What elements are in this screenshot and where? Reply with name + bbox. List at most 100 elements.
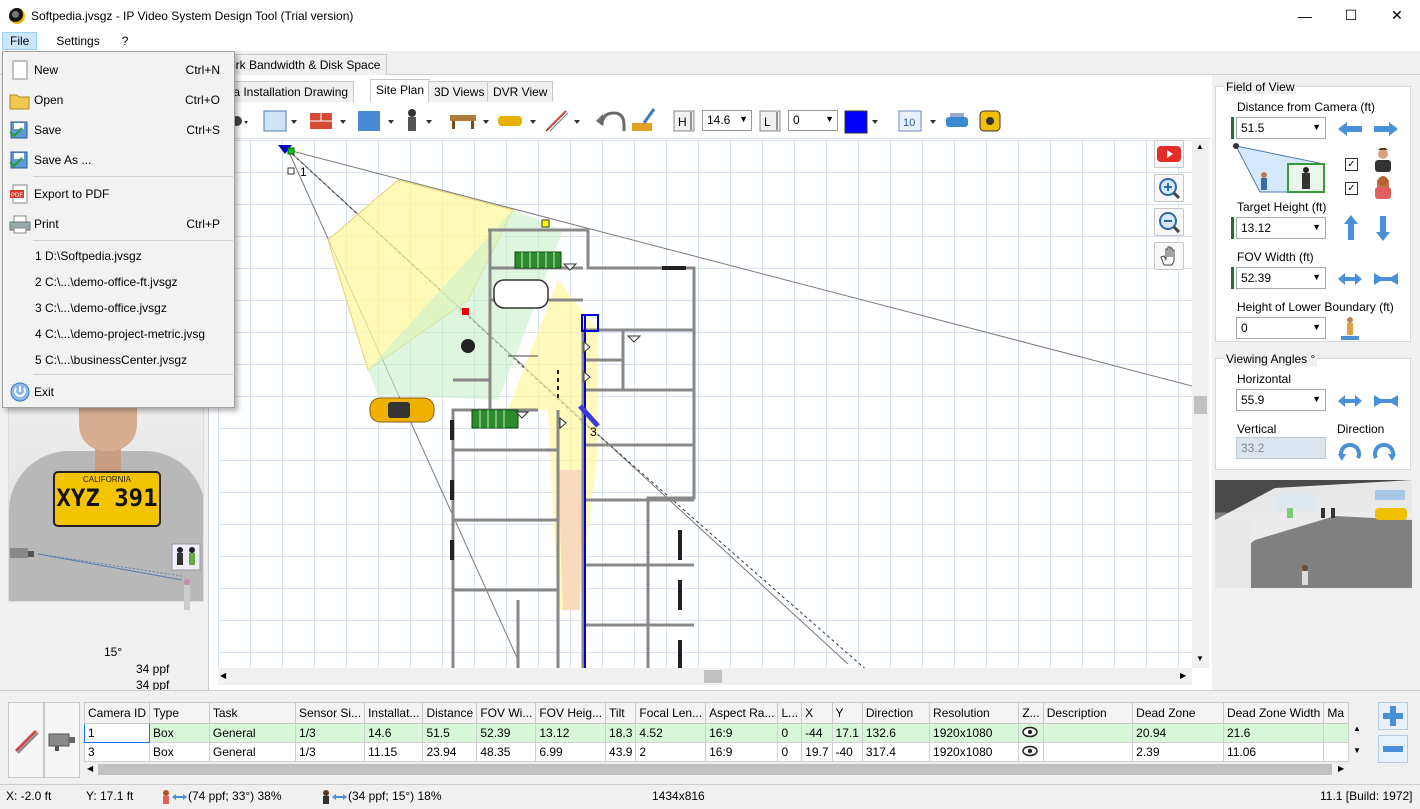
rotate-left-icon[interactable] — [1338, 442, 1361, 461]
table-cell[interactable]: 4.52 — [635, 723, 707, 743]
column-header[interactable]: Distance — [422, 702, 478, 724]
close-button[interactable]: ✕ — [1374, 0, 1420, 31]
scroll-up-icon[interactable]: ▲ — [1353, 724, 1361, 733]
table-cell[interactable]: 51.5 — [422, 723, 478, 743]
table-cell[interactable]: 48.35 — [476, 742, 537, 762]
scroll-left-icon[interactable]: ◀ — [87, 764, 93, 773]
menu-settings[interactable]: Settings — [49, 33, 106, 49]
table-cell[interactable]: 1 — [84, 723, 151, 743]
table-cell[interactable] — [1042, 723, 1134, 743]
menu-help[interactable]: ? — [115, 33, 136, 49]
column-header[interactable]: Camera ID — [84, 702, 151, 724]
scroll-up-icon[interactable]: ▲ — [1196, 142, 1204, 151]
table-cell[interactable]: 1920x1080 — [929, 742, 1020, 762]
recent-file-1[interactable]: 1 D:\Softpedia.jvsgz — [3, 242, 234, 268]
table-cell[interactable]: 11.15 — [364, 742, 424, 762]
tab-network-bandwidth[interactable]: ork Bandwidth & Disk Space — [222, 54, 388, 75]
column-header[interactable]: FOV Wi... — [476, 702, 537, 724]
scanner-icon[interactable] — [946, 112, 968, 127]
table-cell[interactable]: 19.7 — [801, 742, 833, 762]
scroll-right-icon[interactable]: ▶ — [1338, 764, 1344, 773]
tab-3d-views[interactable]: 3D Views — [428, 81, 491, 102]
table-cell[interactable]: 14.6 — [364, 723, 424, 743]
arrow-up-icon[interactable] — [1344, 215, 1358, 240]
recent-file-2[interactable]: 2 C:\...\demo-office-ft.jvsgz — [3, 268, 234, 294]
table-cell[interactable]: 6.99 — [535, 742, 607, 762]
table-cell[interactable] — [1323, 742, 1349, 762]
camera-table[interactable]: Camera ID Type Task Sensor Si... Installat..… — [84, 702, 1349, 762]
remove-camera-button[interactable] — [1378, 735, 1408, 763]
clear-brush-icon[interactable] — [632, 107, 656, 131]
table-cell[interactable]: 2 — [635, 742, 707, 762]
horizontal-angle-select[interactable]: 55.9 ▼ — [1236, 389, 1326, 411]
table-cell[interactable]: 20.94 — [1132, 723, 1224, 743]
lower-boundary-height-select[interactable]: 0 ▼ — [1236, 317, 1326, 339]
table-cell[interactable]: 21.6 — [1222, 723, 1325, 743]
distance-select[interactable]: 51.5 ▼ — [1236, 117, 1326, 139]
undo-icon[interactable] — [596, 110, 626, 131]
target-height-select[interactable]: 13.12 ▼ — [1236, 217, 1326, 239]
scroll-thumb[interactable] — [1194, 396, 1207, 414]
table-cell[interactable]: 16:9 — [705, 723, 779, 743]
pan-button[interactable] — [1154, 242, 1184, 270]
box-tool-icon[interactable] — [358, 110, 394, 131]
table-cell[interactable]: 0 — [777, 742, 803, 762]
height-select[interactable]: 14.6 ▼ — [702, 110, 752, 131]
column-header[interactable]: Installat... — [364, 702, 424, 724]
table-cell[interactable]: 0 — [777, 723, 803, 743]
edit-camera-button[interactable] — [8, 702, 44, 778]
maximize-button[interactable]: ☐ — [1328, 0, 1374, 31]
column-header[interactable]: Ma — [1323, 702, 1349, 724]
table-cell[interactable]: 43.9 — [605, 742, 637, 762]
table-cell[interactable]: General — [208, 723, 297, 743]
column-header[interactable]: Sensor Si... — [295, 702, 366, 724]
file-menu-new[interactable]: New Ctrl+N — [3, 56, 234, 82]
file-menu-exit[interactable]: Exit — [3, 378, 234, 404]
column-header[interactable]: Direction — [861, 702, 931, 724]
arrow-down-icon[interactable] — [1376, 216, 1390, 241]
table-cell[interactable] — [1042, 742, 1134, 762]
column-header[interactable]: Tilt — [605, 702, 637, 724]
scroll-thumb[interactable] — [98, 764, 1332, 775]
scroll-thumb[interactable] — [704, 670, 722, 683]
map-tool-icon[interactable] — [263, 110, 297, 131]
column-header[interactable]: Description — [1042, 702, 1134, 724]
table-cell[interactable]: 11.06 — [1222, 742, 1325, 762]
table-cell[interactable]: 1/3 — [295, 723, 366, 743]
column-header[interactable]: FOV Heig... — [535, 702, 607, 724]
narrow-angle-icon[interactable] — [1374, 395, 1398, 407]
column-header[interactable]: Focal Len... — [635, 702, 707, 724]
column-header[interactable]: Dead Zone Width — [1222, 702, 1325, 724]
table-cell[interactable]: 132.6 — [861, 723, 931, 743]
add-camera-button[interactable] — [1378, 702, 1408, 730]
widen-angle-icon[interactable] — [1338, 395, 1362, 407]
column-header[interactable]: L... — [777, 702, 803, 724]
female-target-checkbox[interactable]: ✓ — [1345, 182, 1358, 195]
column-header[interactable]: Z... — [1018, 702, 1044, 724]
wall-tool-icon[interactable] — [310, 112, 346, 129]
shrink-horizontal-icon[interactable] — [1374, 273, 1398, 285]
scroll-right-icon[interactable]: ▶ — [1180, 671, 1186, 680]
recent-file-3[interactable]: 3 C:\...\demo-office.jvsgz — [3, 294, 234, 320]
table-cell[interactable]: 2.39 — [1132, 742, 1224, 762]
column-header[interactable]: Aspect Ra... — [705, 702, 779, 724]
table-cell[interactable]: General — [208, 742, 297, 762]
table-cell[interactable] — [1323, 723, 1349, 743]
table-cell[interactable]: 23.94 — [422, 742, 478, 762]
table-cell[interactable]: Box — [149, 723, 210, 743]
column-header[interactable]: Resolution — [929, 702, 1020, 724]
site-plan-canvas[interactable]: 1 3 — [218, 140, 1192, 668]
person-tool-icon[interactable] — [408, 108, 432, 131]
table-cell[interactable]: 1920x1080 — [929, 723, 1020, 743]
recent-file-4[interactable]: 4 C:\...\demo-project-metric.jvsg — [3, 320, 234, 346]
lower-boundary-select[interactable]: 0 ▼ — [788, 110, 838, 131]
table-row[interactable]: 3 Box General 1/3 11.15 23.94 48.35 6.99 43.9 2 16… — [84, 742, 1349, 762]
camera-view-button[interactable] — [44, 702, 80, 778]
line-tool-icon[interactable] — [545, 109, 580, 132]
recent-file-5[interactable]: 5 C:\...\businessCenter.jvsgz — [3, 346, 234, 372]
height-icon[interactable]: H — [673, 110, 695, 131]
expand-horizontal-icon[interactable] — [1338, 273, 1362, 285]
column-header[interactable]: Type — [149, 702, 210, 724]
plan-vertical-scrollbar[interactable]: ▲ ▼ — [1192, 140, 1209, 668]
table-cell[interactable]: 52.39 — [476, 723, 537, 743]
